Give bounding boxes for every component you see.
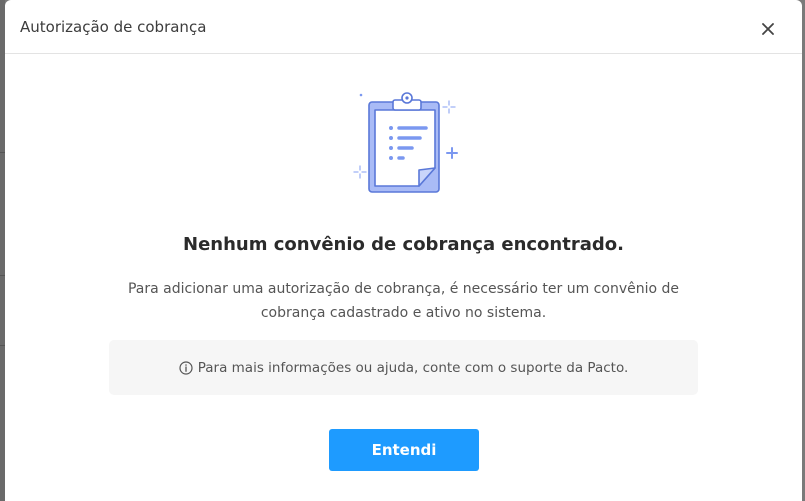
modal-header: Autorização de cobrança (5, 0, 802, 54)
close-button[interactable] (757, 18, 779, 40)
close-icon (762, 23, 774, 35)
empty-state-title: Nenhum convênio de cobrança encontrado. (183, 234, 624, 255)
modal-title: Autorização de cobrança (20, 18, 207, 36)
empty-state-description: Para adicionar uma autorização de cobran… (127, 281, 679, 321)
support-info-box: Para mais informações ou ajuda, conte co… (109, 340, 698, 395)
clipboard-icon (353, 92, 458, 193)
info-icon (179, 360, 193, 375)
clipboard-illustration (353, 88, 463, 198)
support-info-text: Para mais informações ou ajuda, conte co… (197, 359, 629, 376)
confirm-button[interactable]: Entendi (329, 429, 479, 471)
billing-authorization-modal: Autorização de cobrança Nenhum convênio … (5, 0, 802, 501)
